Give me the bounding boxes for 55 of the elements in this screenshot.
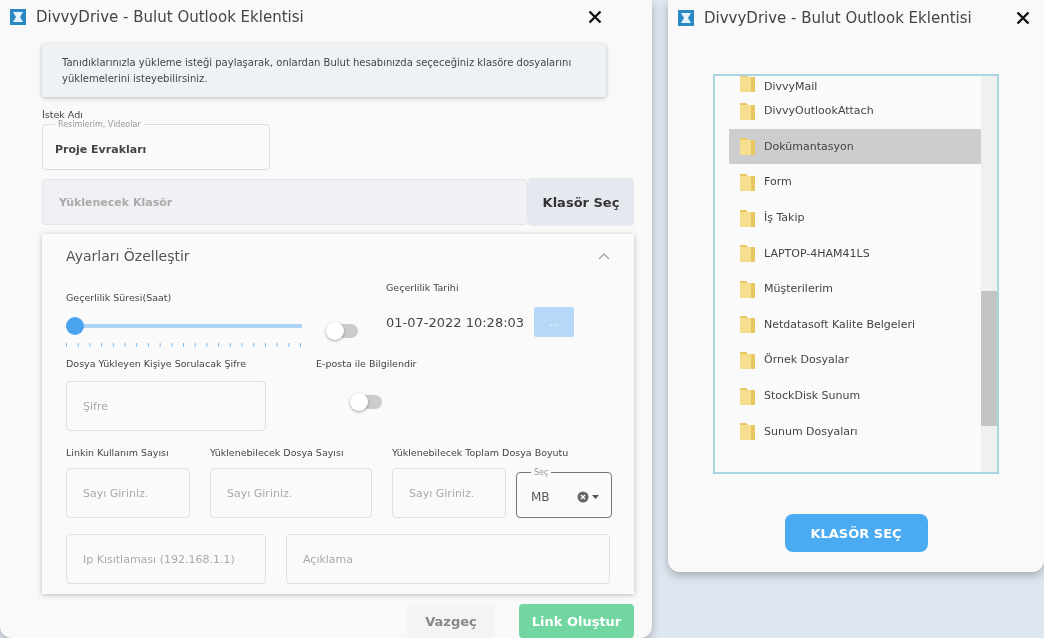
folder-item[interactable]: İş Takip <box>729 199 981 236</box>
folder-item[interactable]: Müşterilerim <box>729 270 981 307</box>
field-label: İstek Adı <box>42 109 83 121</box>
folder-item[interactable]: Sunum Dosyaları <box>729 413 981 449</box>
ip-restriction-field[interactable]: Ip Kısıtlaması (192.168.1.1) <box>66 534 266 584</box>
folder-icon <box>739 278 756 299</box>
close-icon[interactable] <box>1016 11 1030 25</box>
app-logo-icon <box>10 9 26 26</box>
folder-item[interactable]: StockDisk Sunum <box>729 377 981 414</box>
folder-icon <box>739 100 756 121</box>
folder-item[interactable]: LAPTOP-4HAM41LS <box>729 235 981 271</box>
expiry-date: 01-07-2022 10:28:03 <box>386 314 525 330</box>
app-logo-icon <box>678 10 694 26</box>
folder-field[interactable]: Yüklenecek Klasör <box>42 179 528 225</box>
request-name-field[interactable]: Resimlerim, Videolar Proje Evrakları <box>42 120 270 170</box>
folder-icon <box>739 172 756 192</box>
window-title: DivvyDrive - Bulut Outlook Eklentisi <box>704 9 973 27</box>
scrollbar[interactable] <box>981 76 997 472</box>
folder-icon <box>739 76 756 93</box>
number-field[interactable]: Sayı Giriniz. <box>66 468 190 518</box>
folder-icon <box>739 207 756 228</box>
number-field[interactable]: Sayı Giriniz. <box>392 468 506 518</box>
field-label: Yüklenebilecek Toplam Dosya Boyutu <box>392 447 570 458</box>
slider-thumb[interactable] <box>66 317 84 335</box>
field-label: Geçerlilik Tarihi <box>386 282 460 293</box>
folder-icon <box>739 243 756 264</box>
folder-item[interactable]: DivvyOutlookAttach <box>729 93 981 129</box>
close-icon[interactable] <box>588 10 602 25</box>
folder-item[interactable]: DivvyMail <box>729 76 981 93</box>
field-label: E-posta ile Bilgilendir <box>316 358 417 369</box>
window-title: DivvyDrive - Bulut Outlook Eklentisi <box>36 8 305 27</box>
select-folder-button[interactable]: Klasör Seç <box>528 178 634 226</box>
section-title: Ayarları Özelleştir <box>66 248 190 264</box>
toggle-switch[interactable] <box>328 324 358 338</box>
chevron-icon[interactable] <box>598 252 610 260</box>
folder-icon <box>739 314 756 335</box>
folder-icon <box>739 136 756 157</box>
folder-item[interactable]: Örnek Dosyalar <box>729 342 981 378</box>
folder-icon <box>739 385 756 406</box>
unit-select[interactable]: Seç MB <box>516 468 612 518</box>
toggle-switch[interactable] <box>352 395 382 409</box>
info-text: Tanıdıklarınızla yükleme isteği paylaşarak, onlardan Bulut hesabınızda seçeceğiniz klasöre dosyalarını yüklemelerini isteyebilirsiniz. <box>42 44 606 98</box>
field-label: Dosya Yükleyen Kişiye Sorulacak Şifre <box>66 358 248 369</box>
folder-item[interactable]: Dokümantasyon <box>729 128 981 165</box>
field-label: Linkin Kullanım Sayısı <box>66 447 170 458</box>
description-field[interactable]: Açıklama <box>286 534 610 584</box>
folder-icon <box>739 349 756 370</box>
password-field[interactable]: Şifre <box>66 381 266 431</box>
clear-icon[interactable] <box>577 491 601 503</box>
field-label: Yüklenebilecek Dosya Sayısı <box>210 447 345 458</box>
folder-item[interactable]: Netdatasoft Kalite Belgeleri <box>729 306 981 343</box>
field-label: Geçerlilik Süresi(Saat) <box>66 292 173 303</box>
folder-icon <box>739 421 756 442</box>
folder-item[interactable]: Form <box>729 164 981 200</box>
number-field[interactable]: Sayı Giriniz. <box>210 468 372 518</box>
